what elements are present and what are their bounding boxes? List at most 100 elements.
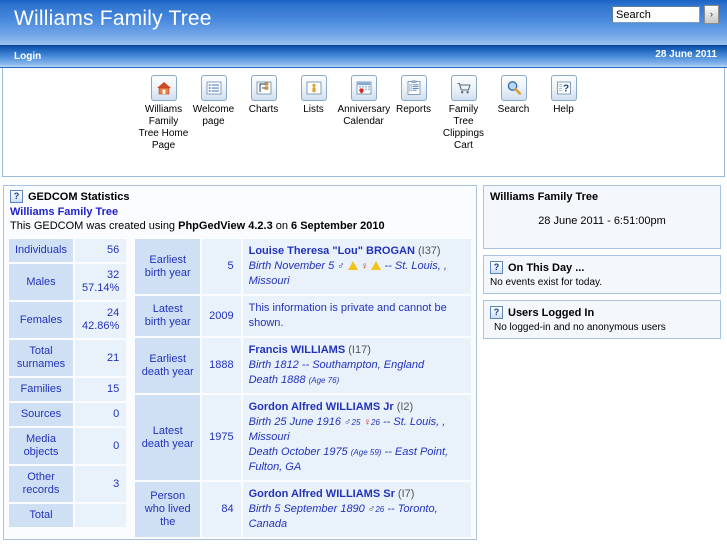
panel-title: GEDCOM Statistics	[28, 190, 130, 203]
gedcom-header: ? GEDCOM Statistics	[4, 186, 476, 203]
toolbar-label: Search	[497, 104, 530, 115]
page-header: Williams Family Tree ›	[0, 0, 727, 46]
toolbar-item-reports[interactable]: Reports	[389, 75, 439, 116]
table-row: Other records 3	[9, 466, 127, 502]
person-link[interactable]: Francis WILLIAMS	[249, 344, 346, 356]
created-app: PhpGedView 4.2.3	[178, 220, 273, 232]
female-count: 26	[371, 418, 380, 427]
toolbar-label: Reports	[395, 104, 431, 115]
row-value: 1888	[202, 338, 241, 393]
table-row: Total surnames 21	[9, 340, 127, 376]
row-value: 3	[74, 466, 127, 502]
header-search: ›	[612, 5, 719, 24]
panel-title: Users Logged In	[508, 306, 595, 319]
row-label: Sources	[9, 403, 73, 426]
clock-datetime: 28 June 2011 - 6:51:00pm	[538, 215, 666, 227]
login-link[interactable]: Login	[14, 51, 41, 62]
row-label: Males	[9, 264, 73, 300]
home-icon	[150, 75, 177, 101]
toolbar-label: Charts	[248, 104, 279, 115]
table-row: Latest birth year 2009 This information …	[135, 296, 471, 336]
created-mid: on	[272, 220, 292, 232]
question-icon[interactable]: ?	[490, 261, 503, 274]
page-content: ? GEDCOM Statistics Williams Family Tree…	[0, 177, 727, 540]
row-label: Individuals	[9, 239, 73, 262]
panel-header: ? Users Logged In	[490, 306, 714, 319]
left-column: ? GEDCOM Statistics Williams Family Tree…	[3, 185, 477, 540]
main-toolbar: Williams Family Tree Home Page Welcome p…	[2, 68, 725, 177]
row-label: Females	[9, 302, 73, 338]
toolbar-item-welcome-page[interactable]: Welcome page	[189, 75, 239, 128]
toolbar-item-home[interactable]: Williams Family Tree Home Page	[139, 75, 189, 152]
header-date: 28 June 2011	[655, 49, 717, 60]
row-detail: This information is private and cannot b…	[242, 296, 471, 336]
person-link[interactable]: Gordon Alfred WILLIAMS Jr	[249, 401, 394, 413]
row-value	[74, 504, 127, 527]
table-row: Families 15	[9, 378, 127, 401]
created-prefix: This GEDCOM was created using	[10, 220, 179, 232]
question-icon[interactable]: ?	[10, 190, 23, 203]
panel-body: No logged-in and no anonymous users	[494, 322, 666, 333]
panel-body: No events exist for today.	[490, 277, 603, 288]
person-id: (I7)	[397, 488, 415, 500]
event-text: Death 1888	[248, 374, 306, 386]
table-row: Person who lived the 84 Gordon Alfred WI…	[135, 482, 471, 537]
row-label: Families	[9, 378, 73, 401]
toolbar-item-search[interactable]: Search	[489, 75, 539, 116]
male-symbol-icon: ♂	[344, 417, 352, 428]
question-icon: ?	[550, 75, 577, 101]
svg-text:?: ?	[562, 84, 568, 95]
row-value: 21	[74, 340, 127, 376]
search-input[interactable]	[612, 6, 700, 23]
event-text: Birth 5 September 1890	[248, 503, 365, 515]
search-submit-button[interactable]: ›	[704, 5, 719, 24]
toolbar-item-clippings-cart[interactable]: Family Tree Clippings Cart	[439, 75, 489, 152]
warning-icon	[347, 261, 358, 270]
person-id: (I37)	[417, 245, 441, 257]
person-link[interactable]: Gordon Alfred WILLIAMS Sr	[249, 488, 395, 500]
row-count: 32	[107, 269, 120, 281]
row-value: 84	[202, 482, 241, 537]
male-count: 26	[375, 505, 385, 514]
statistics-tables: Individuals 56 Males 32 57.14% Females 2…	[4, 237, 476, 539]
row-label: Media objects	[9, 428, 73, 464]
age-hint: (Age 76)	[308, 376, 340, 385]
table-row: Total	[9, 504, 127, 527]
right-column: Williams Family Tree 28 June 2011 - 6:51…	[483, 185, 721, 345]
person-link[interactable]: Louise Theresa "Lou" BROGAN	[249, 245, 415, 257]
toolbar-label: Welcome page	[192, 104, 235, 127]
table-row: Females 24 42.86%	[9, 302, 127, 338]
warning-icon	[371, 261, 382, 270]
event-text: Death October 1975	[248, 446, 348, 458]
toolbar-item-lists[interactable]: Lists	[289, 75, 339, 116]
toolbar-item-help[interactable]: ? Help	[539, 75, 589, 116]
event-text: Birth November 5	[248, 260, 335, 272]
toolbar-item-charts[interactable]: Charts	[239, 75, 289, 116]
male-count: 25	[351, 418, 361, 427]
row-label: Earliest death year	[135, 338, 201, 393]
table-row: Males 32 57.14%	[9, 264, 127, 300]
person-id: (I2)	[396, 401, 414, 413]
gedcom-tree-link[interactable]: Williams Family Tree	[4, 203, 476, 218]
gedcom-statistics-panel: ? GEDCOM Statistics Williams Family Tree…	[3, 185, 477, 540]
toolbar-item-anniversary-calendar[interactable]: Anniversary Calendar	[338, 75, 390, 128]
row-detail: Gordon Alfred WILLIAMS Sr (I7) Birth 5 S…	[242, 482, 471, 537]
counts-table: Individuals 56 Males 32 57.14% Females 2…	[7, 237, 128, 529]
panel-header: ? On This Day ...	[490, 261, 714, 274]
years-table: Earliest birth year 5 Louise Theresa "Lo…	[133, 237, 473, 539]
row-label: Person who lived the	[135, 482, 201, 537]
table-row: Latest death year 1975 Gordon Alfred WIL…	[135, 395, 471, 480]
row-value: 32 57.14%	[74, 264, 127, 300]
row-percent: 42.86%	[81, 320, 120, 332]
created-date: 6 September 2010	[291, 220, 385, 232]
table-row: Earliest death year 1888 Francis WILLIAM…	[135, 338, 471, 393]
row-count: 24	[107, 307, 120, 319]
row-label: Earliest birth year	[135, 239, 201, 294]
clock-panel: Williams Family Tree 28 June 2011 - 6:51…	[483, 185, 721, 249]
row-value: 1975	[202, 395, 241, 480]
toolbar-label: Lists	[303, 104, 324, 115]
list-lines-icon	[200, 75, 227, 101]
row-label: Other records	[9, 466, 73, 502]
question-icon[interactable]: ?	[490, 306, 503, 319]
person-id: (I17)	[348, 344, 371, 356]
